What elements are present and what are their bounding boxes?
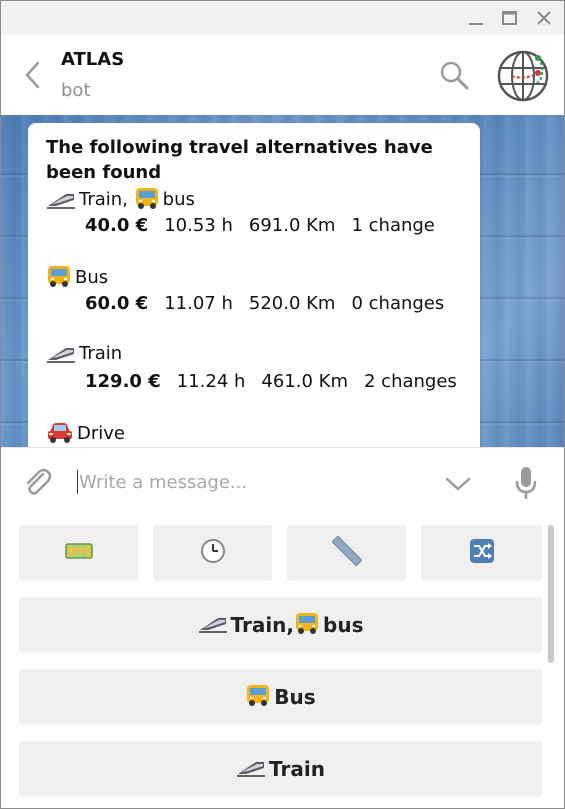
microphone-icon[interactable] — [511, 464, 541, 502]
keyboard-option-label: Train, — [230, 613, 295, 637]
option-details: 129.0 € 11.24 h 461.0 Km 2 changes — [85, 371, 473, 392]
sort-price-button[interactable] — [19, 525, 138, 581]
minimize-icon[interactable] — [463, 5, 489, 31]
distance: 461.0 Km — [261, 371, 348, 392]
chat-title[interactable]: ATLAS — [61, 49, 124, 70]
chevron-down-icon[interactable] — [441, 470, 475, 496]
text-cursor — [77, 470, 78, 494]
maximize-icon[interactable] — [497, 5, 523, 31]
message-title: The following travel alternatives have b… — [46, 137, 433, 183]
search-icon[interactable] — [438, 59, 470, 91]
price: 40.0 € — [85, 215, 149, 236]
train-icon — [236, 756, 266, 783]
bus-icon — [245, 683, 271, 712]
train-icon — [46, 188, 76, 215]
chat-header: ATLAS bot — [1, 35, 564, 115]
ruler-icon — [330, 534, 363, 571]
bot-keyboard: Train, bus Bus Train — [1, 517, 564, 808]
bus-icon — [134, 186, 160, 215]
bot-avatar-globe-icon[interactable] — [496, 49, 550, 103]
message-bubble: The following travel alternatives have b… — [28, 123, 480, 447]
duration: 10.53 h — [164, 215, 233, 236]
price: 60.0 € — [85, 293, 149, 314]
option-name-text: Bus — [75, 267, 109, 288]
price: 129.0 € — [85, 371, 161, 392]
keyboard-option-train-bus[interactable]: Train, bus — [19, 597, 542, 653]
chat-area: The following travel alternatives have b… — [1, 115, 564, 447]
title-bar — [1, 1, 564, 35]
bus-icon — [294, 611, 320, 640]
changes: 2 changes — [364, 371, 457, 392]
close-icon[interactable] — [531, 5, 557, 31]
car-icon — [46, 420, 74, 447]
option-name-text: Drive — [77, 423, 125, 444]
app-window: ATLAS bot The following travel alternati… — [0, 0, 565, 809]
keyboard-option-label: Bus — [274, 685, 316, 709]
shuffle-icon — [469, 538, 495, 569]
keyboard-option-train[interactable]: Train — [19, 741, 542, 797]
option-name: Train — [46, 342, 122, 369]
keyboard-option-bus[interactable]: Bus — [19, 669, 542, 725]
changes: 0 changes — [351, 293, 445, 314]
chat-subtitle: bot — [61, 80, 91, 101]
distance: 691.0 Km — [248, 215, 336, 236]
option-details: 40.0 € 10.53 h 691.0 Km 1 change — [85, 215, 451, 236]
money-icon — [64, 541, 93, 566]
sort-distance-button[interactable] — [287, 525, 406, 581]
keyboard-option-label: Train — [269, 757, 325, 781]
bus-icon — [46, 264, 72, 293]
paperclip-icon[interactable] — [19, 464, 55, 500]
option-name: Bus — [46, 264, 108, 293]
message-input[interactable] — [79, 466, 419, 498]
duration: 11.24 h — [176, 371, 246, 392]
clock-icon — [200, 538, 226, 569]
keyboard-scrollbar[interactable] — [548, 525, 554, 663]
option-name-text: Train — [79, 343, 123, 364]
keyboard-option-label-2: bus — [323, 613, 364, 637]
sort-random-button[interactable] — [421, 525, 542, 581]
option-details: 60.0 € 11.07 h 520.0 Km 0 changes — [85, 293, 460, 314]
sort-time-button[interactable] — [153, 525, 272, 581]
distance: 520.0 Km — [248, 293, 336, 314]
changes: 1 change — [351, 215, 435, 236]
train-icon — [198, 612, 228, 639]
duration: 11.07 h — [164, 293, 233, 314]
message-input-bar — [1, 447, 564, 518]
option-name: Drive — [46, 420, 125, 447]
option-name-text: Train, — [79, 189, 134, 210]
train-icon — [46, 342, 76, 369]
option-name-text-2: bus — [162, 189, 195, 210]
option-name: Train, bus — [46, 186, 195, 215]
back-arrow-icon[interactable] — [19, 57, 49, 93]
